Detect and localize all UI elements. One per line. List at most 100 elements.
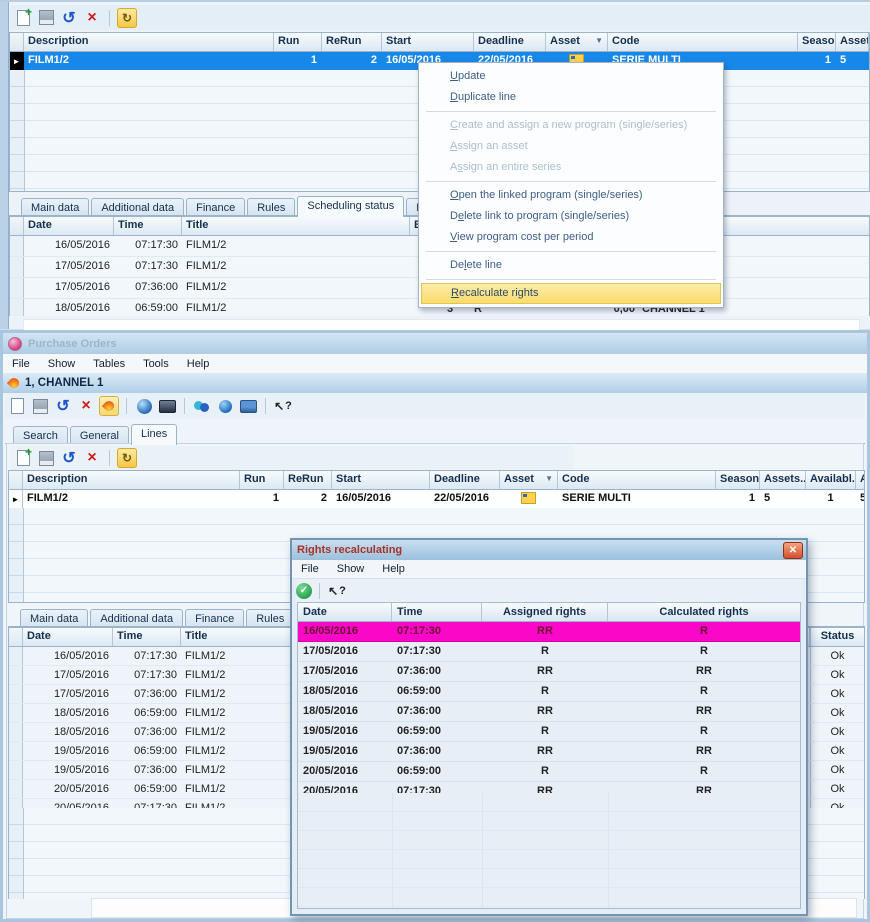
- dialog-titlebar[interactable]: Rights recalculating: [292, 540, 806, 560]
- rights-row[interactable]: 19/05/2016 06:59:00 R R: [298, 722, 800, 742]
- column-header-run[interactable]: Run: [274, 33, 322, 51]
- column-header-time[interactable]: Time: [113, 628, 181, 646]
- column-header-date[interactable]: Date: [24, 217, 114, 235]
- sphere-icon[interactable]: [215, 396, 235, 416]
- detail-tab[interactable]: Additional data: [91, 198, 184, 216]
- column-header-run[interactable]: Run: [240, 471, 284, 489]
- help-pointer-icon[interactable]: [273, 396, 293, 416]
- context-menu-item[interactable]: Open the linked program (single/series): [420, 185, 722, 206]
- new-line-icon[interactable]: [13, 8, 33, 28]
- filter-dropdown-icon[interactable]: ▼: [595, 36, 603, 45]
- calculated-rights-value: R: [608, 642, 800, 661]
- column-header-start[interactable]: Start: [332, 471, 430, 489]
- window-titlebar[interactable]: Purchase Orders: [3, 333, 867, 354]
- context-menu-item[interactable]: Assign an asset: [420, 136, 722, 157]
- window-tab[interactable]: General: [70, 426, 129, 444]
- column-header-asset[interactable]: Asset▼: [546, 33, 608, 51]
- column-header-code[interactable]: Code: [558, 471, 716, 489]
- save-icon[interactable]: [30, 396, 50, 416]
- globe-icon[interactable]: [134, 396, 154, 416]
- filter-dropdown-icon[interactable]: ▼: [545, 474, 553, 483]
- menu-item[interactable]: Tools: [134, 358, 178, 370]
- column-header-description[interactable]: Description: [23, 471, 240, 489]
- column-header-title[interactable]: Title: [182, 217, 410, 235]
- program-screen-icon[interactable]: [157, 396, 177, 416]
- column-header-date[interactable]: Date: [298, 603, 392, 621]
- help-pointer-icon[interactable]: [327, 581, 347, 601]
- new-icon[interactable]: [7, 396, 27, 416]
- column-header-rerun[interactable]: ReRun: [322, 33, 382, 51]
- rights-row[interactable]: 17/05/2016 07:17:30 R R: [298, 642, 800, 662]
- media-icon[interactable]: [238, 396, 258, 416]
- undo-icon[interactable]: [59, 448, 79, 468]
- column-header-assigned-rights[interactable]: Assigned rights: [482, 603, 608, 621]
- delete-icon[interactable]: [76, 396, 96, 416]
- column-header-time[interactable]: Time: [392, 603, 482, 621]
- column-header-next[interactable]: A: [856, 471, 864, 489]
- context-menu-item[interactable]: Delete link to program (single/series): [420, 206, 722, 227]
- rights-row[interactable]: 18/05/2016 06:59:00 R R: [298, 682, 800, 702]
- context-menu-item[interactable]: Recalculate rights: [421, 283, 721, 304]
- rights-flame-icon: [7, 376, 21, 390]
- menu-item[interactable]: Show: [39, 358, 85, 370]
- undo-icon[interactable]: [59, 8, 79, 28]
- column-header-time[interactable]: Time: [114, 217, 182, 235]
- rights-row[interactable]: 19/05/2016 07:36:00 RR RR: [298, 742, 800, 762]
- menu-item[interactable]: Show: [328, 563, 374, 575]
- save-icon[interactable]: [36, 8, 56, 28]
- rights-flame-icon[interactable]: [99, 396, 119, 416]
- undo-icon[interactable]: [53, 396, 73, 416]
- column-header-date[interactable]: Date: [23, 628, 113, 646]
- column-header-assets[interactable]: Assets...: [760, 471, 806, 489]
- detail-tab[interactable]: Additional data: [90, 609, 183, 627]
- detail-tab[interactable]: Rules: [246, 609, 294, 627]
- rights-row[interactable]: 18/05/2016 07:36:00 RR RR: [298, 702, 800, 722]
- menu-item[interactable]: File: [3, 358, 39, 370]
- detail-tab[interactable]: Main data: [20, 609, 88, 627]
- column-header-available[interactable]: Availabl...: [806, 471, 856, 489]
- menu-item[interactable]: Help: [178, 358, 219, 370]
- new-line-icon[interactable]: [13, 448, 33, 468]
- column-header-description[interactable]: Description: [24, 33, 274, 51]
- column-header-assets[interactable]: Asset: [836, 33, 869, 51]
- column-header-status[interactable]: Status: [810, 628, 864, 646]
- column-header-asset[interactable]: Asset▼: [500, 471, 558, 489]
- delete-icon[interactable]: [82, 448, 102, 468]
- delete-icon[interactable]: [82, 8, 102, 28]
- column-header-deadline[interactable]: Deadline: [430, 471, 500, 489]
- detail-tab[interactable]: Scheduling status: [297, 196, 404, 217]
- window-tab[interactable]: Lines: [131, 424, 177, 445]
- menu-item[interactable]: Help: [373, 563, 414, 575]
- menu-bar: FileShowTablesToolsHelp: [3, 354, 867, 373]
- detail-tab[interactable]: Rules: [247, 198, 295, 216]
- detail-tab[interactable]: Main data: [21, 198, 89, 216]
- context-menu-item[interactable]: Update: [420, 66, 722, 87]
- rights-row[interactable]: 17/05/2016 07:36:00 RR RR: [298, 662, 800, 682]
- context-menu-item[interactable]: View program cost per period: [420, 227, 722, 248]
- column-header-deadline[interactable]: Deadline: [474, 33, 546, 51]
- detail-tab[interactable]: Finance: [185, 609, 244, 627]
- column-header-season[interactable]: Season: [716, 471, 760, 489]
- context-menu-item[interactable]: Duplicate line: [420, 87, 722, 108]
- recalculate-rights-icon[interactable]: [117, 8, 137, 28]
- column-header-code[interactable]: Code: [608, 33, 798, 51]
- column-header-rerun[interactable]: ReRun: [284, 471, 332, 489]
- order-line-row[interactable]: ► FILM1/2 1 2 16/05/2016 22/05/2016 SERI…: [9, 490, 864, 508]
- column-header-calculated-rights[interactable]: Calculated rights: [608, 603, 800, 621]
- column-header-start[interactable]: Start: [382, 33, 474, 51]
- menu-item[interactable]: File: [292, 563, 328, 575]
- column-header-season[interactable]: Season: [798, 33, 836, 51]
- recalculate-rights-icon[interactable]: [117, 448, 137, 468]
- rights-row[interactable]: 16/05/2016 07:17:30 RR R: [298, 622, 800, 642]
- context-menu-item[interactable]: Delete line: [420, 255, 722, 276]
- window-tab[interactable]: Search: [13, 426, 68, 444]
- menu-item[interactable]: Tables: [84, 358, 134, 370]
- context-menu-item[interactable]: Create and assign a new program (single/…: [420, 115, 722, 136]
- context-menu-item[interactable]: Assign an entire series: [420, 157, 722, 178]
- confirm-icon[interactable]: [296, 583, 312, 599]
- users-icon[interactable]: [192, 396, 212, 416]
- save-icon[interactable]: [36, 448, 56, 468]
- rights-row[interactable]: 20/05/2016 06:59:00 R R: [298, 762, 800, 782]
- close-icon[interactable]: ✕: [783, 542, 803, 559]
- detail-tab[interactable]: Finance: [186, 198, 245, 216]
